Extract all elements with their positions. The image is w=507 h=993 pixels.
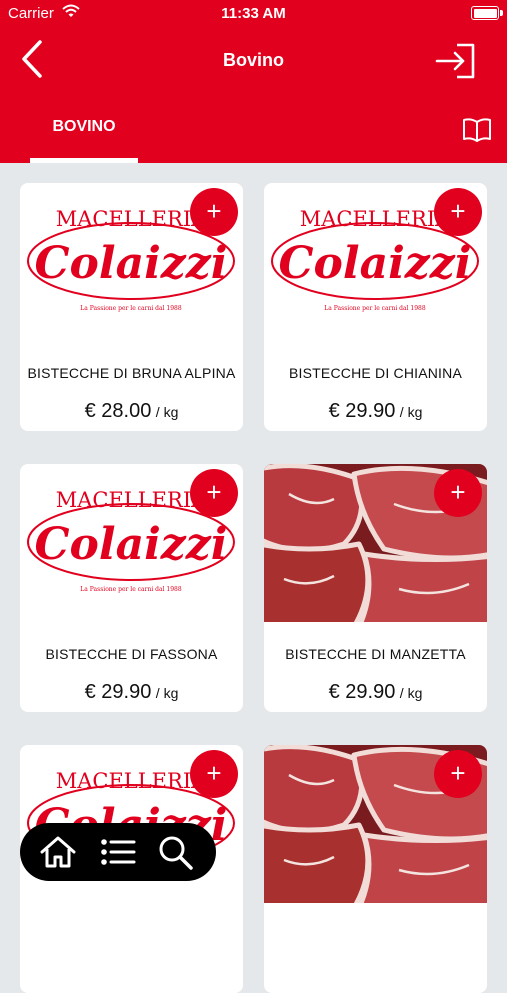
tab-label: BOVINO xyxy=(52,118,116,135)
product-card[interactable]: MACELLERIA Colaizzi La Passione per le car… xyxy=(20,183,243,431)
logo-text: La Passione per le carni dal 1988 xyxy=(324,305,426,312)
home-icon[interactable] xyxy=(38,834,78,870)
tab-bovino[interactable]: BOVINO xyxy=(30,104,138,163)
logo-text: MACELLERIA xyxy=(56,488,207,512)
price-amount: € 29.90 xyxy=(84,681,152,703)
price-unit: / kg xyxy=(155,685,179,701)
add-to-cart-button[interactable]: + xyxy=(190,750,238,798)
logo-text: Colaizzi xyxy=(35,238,228,289)
price-amount: € 28.00 xyxy=(84,400,152,422)
page-title: Bovino xyxy=(223,50,284,70)
add-to-cart-button[interactable]: + xyxy=(190,469,238,517)
logo-text: MACELLERIA xyxy=(56,769,207,793)
battery-icon xyxy=(471,6,503,20)
product-name: BISTECCHE DI MANZETTA xyxy=(285,646,466,662)
product-name: BISTECCHE DI BRUNA ALPINA xyxy=(27,365,236,381)
clock: 11:33 AM xyxy=(221,5,286,22)
product-price: € 29.90 / kg xyxy=(20,681,243,704)
price-amount: € 29.90 xyxy=(328,400,396,422)
status-bar: Carrier 11:33 AM xyxy=(0,0,507,28)
logo-text: La Passione per le carni dal 1988 xyxy=(80,305,182,312)
list-icon[interactable] xyxy=(98,834,138,870)
app-header: Carrier 11:33 AM Bovino BOVINO xyxy=(0,0,507,163)
product-card[interactable]: BISTECCHE DI MANZETTA € 29.90 / kg + xyxy=(264,464,487,712)
logo-text: Colaizzi xyxy=(35,519,228,570)
product-price: € 28.00 / kg xyxy=(20,400,243,423)
tab-active-indicator xyxy=(30,158,138,163)
price-unit: / kg xyxy=(399,404,423,420)
price-amount: € 29.90 xyxy=(328,681,396,703)
logo-text: MACELLERIA xyxy=(300,207,451,231)
product-price: € 29.90 / kg xyxy=(264,681,487,704)
bottom-nav xyxy=(20,823,216,881)
login-icon[interactable] xyxy=(435,42,477,80)
add-to-cart-button[interactable]: + xyxy=(190,188,238,236)
logo-text: Colaizzi xyxy=(279,238,472,289)
logo-text: La Passione per le carni dal 1988 xyxy=(80,586,182,593)
book-icon[interactable] xyxy=(462,117,492,143)
add-to-cart-button[interactable]: + xyxy=(434,469,482,517)
add-to-cart-button[interactable]: + xyxy=(434,750,482,798)
add-to-cart-button[interactable]: + xyxy=(434,188,482,236)
search-icon[interactable] xyxy=(156,834,196,870)
product-name: BISTECCHE DI FASSONA xyxy=(45,646,218,662)
product-card[interactable]: MACELLERIA Colaizzi La Passione per le car… xyxy=(264,183,487,431)
price-unit: / kg xyxy=(155,404,179,420)
product-name: BISTECCHE DI CHIANINA xyxy=(289,365,462,381)
price-unit: / kg xyxy=(399,685,423,701)
product-card[interactable]: MACELLERIA Colaizzi La Passione per le car… xyxy=(20,464,243,712)
product-price: € 29.90 / kg xyxy=(264,400,487,423)
logo-text: MACELLERIA xyxy=(56,207,207,231)
product-card[interactable]: + xyxy=(264,745,487,993)
